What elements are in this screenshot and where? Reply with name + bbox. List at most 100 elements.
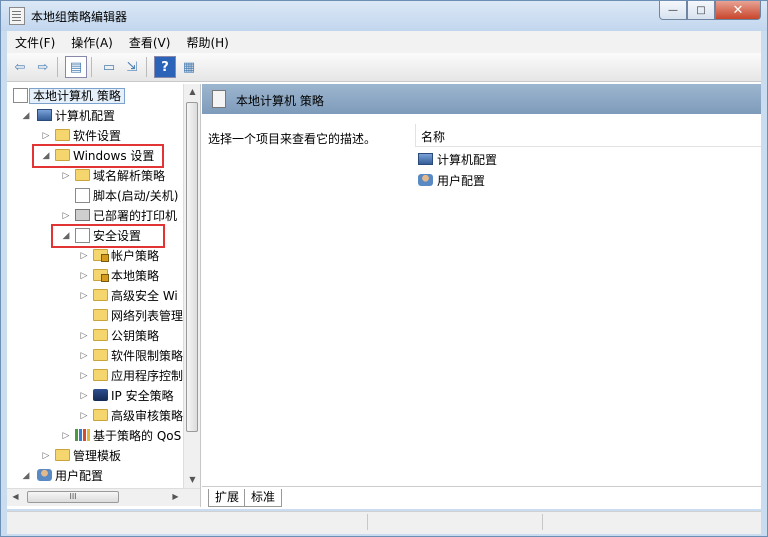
tree-item-software-restriction[interactable]: ▷ 软件限制策略 — [7, 346, 183, 366]
tab-extended[interactable]: 扩展 — [208, 489, 247, 507]
expand-icon[interactable]: ▷ — [79, 386, 89, 406]
tree-item-computer-config[interactable]: ◢ 计算机配置 — [7, 106, 115, 126]
expand-icon[interactable]: ▷ — [61, 166, 71, 186]
expand-icon[interactable]: ▷ — [79, 406, 89, 426]
tree-item-label: IP 安全策略 — [111, 389, 174, 403]
highlight-box — [32, 144, 164, 168]
horizontal-scrollbar[interactable]: ◀ III ▶ — [7, 488, 200, 506]
tree-item-ip-security[interactable]: ▷ IP 安全策略 — [7, 386, 174, 406]
collapse-icon[interactable]: ◢ — [21, 466, 31, 486]
tree-item-user-config[interactable]: ◢ 用户配置 — [7, 466, 103, 486]
tree-item-qos[interactable]: ▷ 基于策略的 QoS — [7, 426, 181, 446]
menu-action[interactable]: 操作(A) — [63, 34, 121, 51]
tree-item-software-settings[interactable]: ▷ 软件设置 — [7, 126, 121, 146]
folder-icon — [93, 349, 108, 361]
minimize-button[interactable]: — — [659, 1, 687, 20]
expand-icon[interactable]: ▷ — [41, 126, 51, 146]
tree-item-network-list[interactable]: 网络列表管理 — [7, 306, 183, 326]
window: 本地组策略编辑器 — □ ✕ 文件(F) 操作(A) 查看(V) 帮助(H) ⇦… — [0, 0, 768, 537]
list-item-label: 用户配置 — [437, 174, 486, 188]
tree-root[interactable]: 本地计算机 策略 — [11, 86, 125, 106]
folder-icon — [55, 129, 70, 141]
details-header: 本地计算机 策略 — [202, 84, 761, 114]
back-icon[interactable]: ⇦ — [10, 57, 30, 77]
show-hide-tree-icon[interactable]: ▤ — [65, 56, 87, 78]
user-icon — [37, 469, 52, 481]
tree-item-admin-templates[interactable]: ▷ 管理模板 — [7, 446, 121, 466]
help-icon[interactable]: ? — [154, 56, 176, 78]
details-pane: 本地计算机 策略 选择一个项目来查看它的描述。 名称 计算机配置 用户配置 扩展… — [202, 84, 761, 508]
user-icon — [418, 174, 433, 186]
folder-icon — [75, 169, 90, 181]
toolbar-separator — [91, 57, 92, 77]
expand-icon[interactable]: ▷ — [79, 246, 89, 266]
title-bar[interactable]: 本地组策略编辑器 — □ ✕ — [1, 1, 767, 31]
status-pane — [542, 514, 543, 530]
folder-icon — [93, 369, 108, 381]
menu-help[interactable]: 帮助(H) — [178, 34, 236, 51]
maximize-button[interactable]: □ — [687, 1, 715, 20]
expand-icon[interactable]: ▷ — [79, 286, 89, 306]
toolbar-separator — [57, 57, 58, 77]
menu-view[interactable]: 查看(V) — [121, 34, 179, 51]
menu-bar: 文件(F) 操作(A) 查看(V) 帮助(H) — [7, 31, 761, 53]
tab-standard[interactable]: 标准 — [244, 489, 283, 507]
vertical-scrollbar[interactable]: ▲ ▼ — [183, 84, 200, 488]
menu-file[interactable]: 文件(F) — [7, 34, 63, 51]
expand-icon[interactable]: ▷ — [61, 206, 71, 226]
tree-item-label: 已部署的打印机 — [93, 209, 178, 223]
expand-icon[interactable]: ▷ — [41, 446, 51, 466]
folder-icon — [93, 289, 108, 301]
tree-item-label: 应用程序控制 — [111, 369, 183, 383]
locked-folder-icon — [93, 269, 109, 282]
folder-icon — [93, 409, 108, 421]
forward-icon[interactable]: ⇨ — [33, 57, 53, 77]
status-bar — [7, 511, 761, 534]
tree-item-printers[interactable]: ▷ 已部署的打印机 — [7, 206, 177, 226]
scroll-up-icon[interactable]: ▲ — [184, 84, 200, 100]
tree-item-label: 基于策略的 QoS — [93, 429, 182, 443]
scroll-left-icon[interactable]: ◀ — [7, 489, 24, 505]
ipsec-icon — [93, 389, 108, 401]
tree-item-label: 用户配置 — [55, 469, 104, 483]
folder-icon — [93, 329, 108, 341]
tree-item-dns-policy[interactable]: ▷ 域名解析策略 — [7, 166, 165, 186]
vertical-scroll-thumb[interactable] — [186, 102, 198, 432]
window-title: 本地组策略编辑器 — [31, 10, 128, 24]
expand-icon[interactable]: ▷ — [79, 326, 89, 346]
tree-item-label: 计算机配置 — [55, 109, 116, 123]
expand-icon[interactable]: ▷ — [79, 346, 89, 366]
status-pane — [367, 514, 368, 530]
toolbar-separator — [146, 57, 147, 77]
column-header-label: 名称 — [421, 130, 446, 144]
expand-icon[interactable]: ▷ — [79, 366, 89, 386]
collapse-icon[interactable]: ◢ — [21, 106, 31, 126]
scroll-down-icon[interactable]: ▼ — [184, 472, 200, 488]
tree-item-advanced-audit[interactable]: ▷ 高级审核策略 — [7, 406, 183, 426]
tree-item-label: 公钥策略 — [111, 329, 160, 343]
scroll-right-icon[interactable]: ▶ — [167, 489, 184, 505]
tree-item-scripts[interactable]: 脚本(启动/关机) — [7, 186, 178, 206]
expand-icon[interactable]: ▷ — [61, 426, 71, 446]
column-header-name[interactable]: 名称 — [415, 124, 761, 147]
close-button[interactable]: ✕ — [715, 1, 761, 20]
folder-icon — [55, 449, 70, 461]
highlight-box — [51, 224, 165, 248]
details-title: 本地计算机 策略 — [236, 94, 324, 108]
tree-item-advanced-firewall[interactable]: ▷ 高级安全 Wi — [7, 286, 178, 306]
expand-icon[interactable]: ▷ — [79, 266, 89, 286]
tree-item-account-policy[interactable]: ▷ 帐户策略 — [7, 246, 159, 266]
tree-item-label: 帐户策略 — [111, 249, 160, 263]
horizontal-scroll-thumb[interactable]: III — [27, 491, 119, 503]
tree-item-local-policy[interactable]: ▷ 本地策略 — [7, 266, 159, 286]
script-icon — [75, 188, 90, 203]
description-text: 选择一个项目来查看它的描述。 — [208, 132, 377, 146]
export-list-icon[interactable]: ⇲ — [122, 57, 142, 77]
tree-item-label: 高级审核策略 — [111, 409, 183, 423]
tree-item-app-control[interactable]: ▷ 应用程序控制 — [7, 366, 183, 386]
tree-item-public-key[interactable]: ▷ 公钥策略 — [7, 326, 159, 346]
tree-root-label: 本地计算机 策略 — [29, 88, 125, 104]
properties-icon[interactable]: ▭ — [99, 57, 119, 77]
show-action-pane-icon[interactable]: ▦ — [179, 57, 199, 77]
tree-item-label: 本地策略 — [111, 269, 160, 283]
